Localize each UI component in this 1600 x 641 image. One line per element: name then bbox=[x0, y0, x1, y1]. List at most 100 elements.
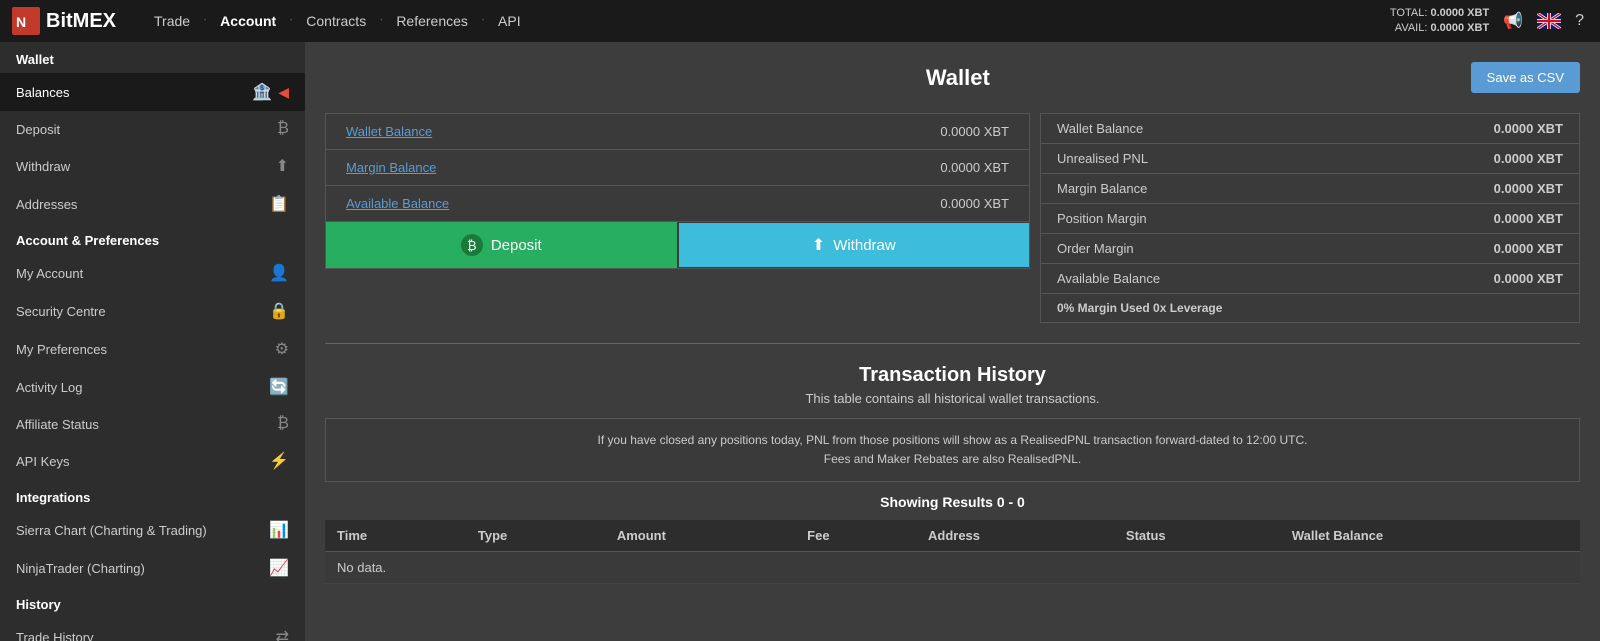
nav-contracts[interactable]: Contracts bbox=[292, 13, 380, 29]
sidebar-item-api-keys[interactable]: API Keys ⚡ bbox=[0, 442, 305, 480]
page-header: Wallet Save as CSV bbox=[325, 62, 1580, 93]
nav-trade[interactable]: Trade bbox=[140, 13, 204, 29]
top-navigation: N BitMEX Trade • Account • Contracts • R… bbox=[0, 0, 1600, 42]
sidebar-item-security-centre[interactable]: Security Centre 🔒 bbox=[0, 292, 305, 330]
bar-chart-icon: 📊 bbox=[269, 520, 289, 540]
summary-position-margin-value: 0.0000 XBT bbox=[1494, 211, 1563, 226]
sidebar-item-deposit[interactable]: Deposit ₿ bbox=[0, 111, 305, 147]
margin-balance-row: Margin Balance 0.0000 XBT bbox=[326, 150, 1029, 186]
help-icon[interactable]: ? bbox=[1571, 8, 1588, 34]
deposit-bitcoin-icon: ₿ bbox=[461, 234, 483, 256]
summary-unrealised-pnl-row: Unrealised PNL 0.0000 XBT bbox=[1041, 144, 1579, 174]
activity-log-label: Activity Log bbox=[16, 380, 82, 395]
tx-table: Time Type Amount Fee Address Status Wall… bbox=[325, 520, 1580, 584]
summary-available-balance-label: Available Balance bbox=[1057, 271, 1160, 286]
nav-right: TOTAL: 0.0000 XBT AVAIL: 0.0000 XBT 📢 ? bbox=[1390, 6, 1588, 37]
balance-summary: Wallet Balance 0.0000 XBT Unrealised PNL… bbox=[1040, 113, 1580, 323]
bitcoin-icon: ₿ bbox=[277, 120, 289, 138]
col-type: Type bbox=[466, 520, 605, 552]
sidebar-withdraw-label: Withdraw bbox=[16, 159, 70, 174]
user-icon: 👤 bbox=[269, 263, 289, 283]
available-balance-label[interactable]: Available Balance bbox=[346, 196, 449, 211]
tx-notice-line2: Fees and Maker Rebates are also Realised… bbox=[346, 450, 1559, 469]
affiliate-status-label: Affiliate Status bbox=[16, 417, 99, 432]
withdraw-upload-icon: ⬆ bbox=[812, 235, 825, 255]
summary-margin-balance-label: Margin Balance bbox=[1057, 181, 1147, 196]
line-chart-icon: 📈 bbox=[269, 558, 289, 578]
my-preferences-label: My Preferences bbox=[16, 342, 107, 357]
sidebar-item-addresses[interactable]: Addresses 📋 bbox=[0, 185, 305, 223]
page-title: Wallet bbox=[445, 65, 1471, 91]
ninjatrader-label: NinjaTrader (Charting) bbox=[16, 561, 145, 576]
logo[interactable]: N BitMEX bbox=[12, 7, 116, 35]
integrations-section-header: Integrations bbox=[0, 480, 305, 511]
wallet-section-header: Wallet bbox=[0, 42, 305, 73]
margin-balance-label[interactable]: Margin Balance bbox=[346, 160, 436, 175]
summary-order-margin-label: Order Margin bbox=[1057, 241, 1134, 256]
svg-text:N: N bbox=[16, 14, 26, 30]
uk-flag-icon[interactable] bbox=[1537, 13, 1561, 29]
sidebar-item-my-preferences[interactable]: My Preferences ⚙ bbox=[0, 330, 305, 368]
save-csv-button[interactable]: Save as CSV bbox=[1471, 62, 1580, 93]
security-centre-label: Security Centre bbox=[16, 304, 106, 319]
active-arrow-icon: ◀ bbox=[278, 84, 289, 101]
api-keys-label: API Keys bbox=[16, 454, 69, 469]
sidebar-balances-label: Balances bbox=[16, 85, 69, 100]
withdraw-button[interactable]: ⬆ Withdraw bbox=[679, 223, 1030, 267]
summary-position-margin-row: Position Margin 0.0000 XBT bbox=[1041, 204, 1579, 234]
showing-results: Showing Results 0 - 0 bbox=[325, 494, 1580, 510]
history-icon: 🔄 bbox=[269, 377, 289, 397]
nav-account[interactable]: Account bbox=[206, 13, 290, 29]
affiliate-bitcoin-icon: ₿ bbox=[277, 415, 289, 433]
main-content: Wallet Save as CSV Wallet Balance 0.0000… bbox=[305, 42, 1600, 641]
nav-api[interactable]: API bbox=[484, 13, 535, 29]
wallet-balance-label[interactable]: Wallet Balance bbox=[346, 124, 432, 139]
sidebar-item-sierra-chart[interactable]: Sierra Chart (Charting & Trading) 📊 bbox=[0, 511, 305, 549]
balance-info: TOTAL: 0.0000 XBT AVAIL: 0.0000 XBT bbox=[1390, 6, 1489, 37]
tx-history-title: Transaction History bbox=[325, 364, 1580, 387]
logo-text: BitMEX bbox=[46, 10, 116, 33]
avail-label: AVAIL: bbox=[1395, 22, 1428, 34]
sidebar-item-affiliate-status[interactable]: Affiliate Status ₿ bbox=[0, 406, 305, 442]
margin-footer: 0% Margin Used 0x Leverage bbox=[1041, 294, 1579, 322]
sidebar-item-ninjatrader[interactable]: NinjaTrader (Charting) 📈 bbox=[0, 549, 305, 587]
account-section-header: Account & Preferences bbox=[0, 223, 305, 254]
summary-available-balance-row: Available Balance 0.0000 XBT bbox=[1041, 264, 1579, 294]
summary-unrealised-pnl-label: Unrealised PNL bbox=[1057, 151, 1148, 166]
tx-notice-line1: If you have closed any positions today, … bbox=[346, 431, 1559, 450]
megaphone-icon[interactable]: 📢 bbox=[1499, 7, 1527, 35]
table-row-no-data: No data. bbox=[325, 552, 1580, 584]
summary-margin-balance-value: 0.0000 XBT bbox=[1494, 181, 1563, 196]
sidebar-item-balances[interactable]: Balances 🏦 ◀ bbox=[0, 73, 305, 111]
sidebar: Wallet Balances 🏦 ◀ Deposit ₿ Withdraw ⬆… bbox=[0, 42, 305, 641]
my-account-label: My Account bbox=[16, 266, 83, 281]
action-buttons: ₿ Deposit ⬆ Withdraw bbox=[325, 222, 1030, 269]
wallet-top-section: Wallet Balance 0.0000 XBT Margin Balance… bbox=[325, 113, 1580, 323]
section-divider bbox=[325, 343, 1580, 344]
no-data-cell: No data. bbox=[325, 552, 1580, 584]
summary-available-balance-value: 0.0000 XBT bbox=[1494, 271, 1563, 286]
tx-history-header: Transaction History This table contains … bbox=[325, 364, 1580, 406]
content-inner: Wallet Save as CSV Wallet Balance 0.0000… bbox=[305, 42, 1600, 641]
sidebar-item-trade-history[interactable]: Trade History ⇄ bbox=[0, 618, 305, 641]
nav-references[interactable]: References bbox=[382, 13, 482, 29]
main-layout: Wallet Balances 🏦 ◀ Deposit ₿ Withdraw ⬆… bbox=[0, 42, 1600, 641]
sidebar-item-withdraw[interactable]: Withdraw ⬆ bbox=[0, 147, 305, 185]
margin-balance-value: 0.0000 XBT bbox=[940, 160, 1009, 175]
wallet-balance-value: 0.0000 XBT bbox=[940, 124, 1009, 139]
withdraw-label: Withdraw bbox=[833, 237, 896, 254]
summary-wallet-balance-label: Wallet Balance bbox=[1057, 121, 1143, 136]
tx-notice: If you have closed any positions today, … bbox=[325, 418, 1580, 482]
col-address: Address bbox=[916, 520, 1114, 552]
deposit-button[interactable]: ₿ Deposit bbox=[326, 222, 677, 268]
trade-history-label: Trade History bbox=[16, 630, 94, 641]
avail-value: 0.0000 XBT bbox=[1430, 22, 1489, 34]
sidebar-item-activity-log[interactable]: Activity Log 🔄 bbox=[0, 368, 305, 406]
exchange-icon: ⇄ bbox=[276, 627, 289, 641]
available-balance-row: Available Balance 0.0000 XBT bbox=[326, 186, 1029, 221]
deposit-label: Deposit bbox=[491, 237, 542, 254]
sidebar-item-my-account[interactable]: My Account 👤 bbox=[0, 254, 305, 292]
balance-left: Wallet Balance 0.0000 XBT Margin Balance… bbox=[325, 113, 1030, 323]
history-section-header: History bbox=[0, 587, 305, 618]
summary-wallet-balance-row: Wallet Balance 0.0000 XBT bbox=[1041, 114, 1579, 144]
